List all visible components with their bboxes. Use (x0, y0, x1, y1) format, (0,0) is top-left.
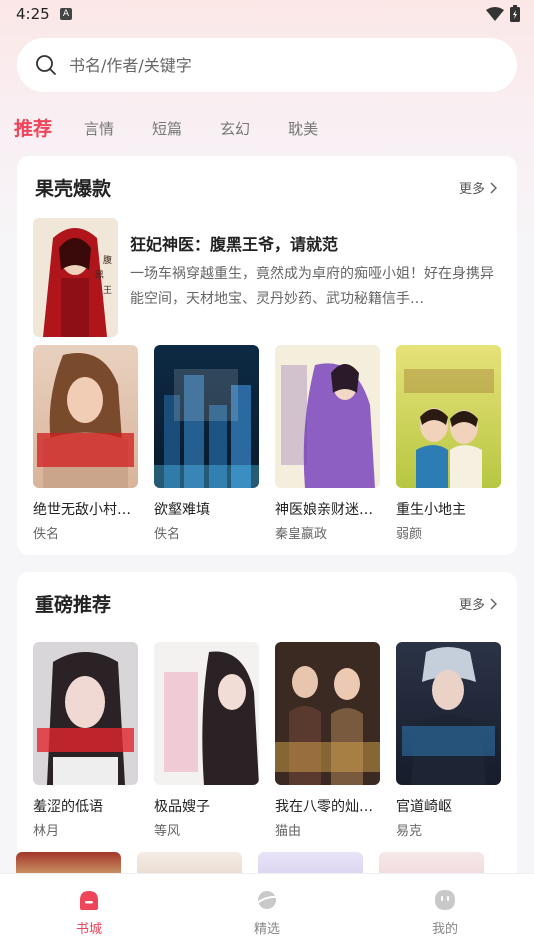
book-author: 易克 (396, 824, 423, 839)
book-cover (275, 642, 380, 785)
bookstore-icon (80, 890, 98, 910)
book-item[interactable]: 重生小地主 弱颜 (396, 345, 501, 542)
book-title: 重生小地主 (396, 502, 466, 518)
section-title: 重磅推荐 (35, 594, 112, 616)
chevron-right-icon (490, 597, 497, 610)
featured-title: 狂妃神医：腹黑王爷，请就范 (130, 235, 339, 254)
more-label: 更多 (458, 598, 485, 613)
book-title: 官道崎岖 (396, 799, 452, 815)
status-bar: 4:25 A (0, 0, 534, 28)
book-author: 佚名 (154, 527, 181, 542)
planet-icon (256, 890, 278, 909)
search-bar[interactable] (17, 38, 517, 92)
book-author: 佚名 (33, 527, 60, 542)
book-title: 神医娘亲财迷… (275, 502, 373, 518)
book-item[interactable]: 羞涩的低语 林月 (33, 642, 138, 839)
tab-recommend[interactable]: 推荐 (14, 112, 52, 146)
more-button[interactable]: 更多 (459, 594, 497, 613)
book-item[interactable]: 绝世无敌小村… 佚名 (33, 345, 138, 542)
book-grid: 羞涩的低语 林月 极品嫂子 等风 我在八零的灿… 猫由 官道崎岖 易克 (33, 642, 501, 839)
book-item[interactable]: 极品嫂子 等风 (154, 642, 259, 839)
book-cover (33, 642, 138, 785)
book-cover (154, 345, 259, 488)
nav-featured[interactable]: 精选 (207, 888, 327, 937)
featured-description: 一场车祸穿越重生，竟然成为卓府的痴哑小姐！好在身携异能空间，天材地宝、灵丹妙药、… (130, 266, 494, 307)
svg-text:腹: 腹 (103, 254, 112, 266)
nav-bookstore[interactable]: 书城 (29, 888, 149, 937)
chevron-right-icon (490, 181, 497, 194)
book-item[interactable]: 欲壑难填 佚名 (154, 345, 259, 542)
book-cover (275, 345, 380, 488)
book-grid: 绝世无敌小村… 佚名 欲壑难填 佚名 神医娘亲财迷… 秦皇嬴政 重生小地主 弱颜 (33, 345, 501, 542)
tab-romance[interactable]: 言情 (84, 112, 114, 146)
more-label: 更多 (458, 182, 485, 197)
search-icon (36, 55, 56, 75)
book-cover: 腹 黑 王 (33, 218, 118, 337)
book-author: 林月 (33, 824, 60, 839)
section-title: 果壳爆款 (35, 178, 112, 200)
book-author: 猫由 (275, 824, 302, 839)
nav-label: 精选 (253, 921, 280, 937)
book-cover (154, 642, 259, 785)
book-title: 羞涩的低语 (33, 799, 103, 815)
more-button[interactable]: 更多 (459, 178, 497, 197)
bottom-nav: 书城 精选 我的 (0, 874, 534, 950)
nav-label: 书城 (75, 921, 102, 937)
category-tabs: 推荐 言情 短篇 玄幻 耽美 (14, 112, 356, 146)
book-cover (33, 345, 138, 488)
book-cover (396, 345, 501, 488)
book-item[interactable]: 官道崎岖 易克 (396, 642, 501, 839)
svg-text:王: 王 (103, 285, 112, 296)
book-title: 我在八零的灿… (275, 799, 373, 815)
book-item[interactable]: 神医娘亲财迷… 秦皇嬴政 (275, 345, 380, 542)
book-title: 极品嫂子 (154, 799, 210, 815)
notification-icon: A (60, 8, 72, 20)
status-time: 4:25 (16, 5, 50, 23)
svg-text:黑: 黑 (95, 270, 104, 281)
book-cover (396, 642, 501, 785)
search-input[interactable] (69, 55, 469, 75)
wifi-icon (486, 6, 504, 21)
tab-fantasy[interactable]: 玄幻 (220, 112, 250, 146)
nav-label: 我的 (431, 921, 458, 937)
profile-icon (435, 889, 455, 910)
book-author: 等风 (154, 824, 181, 839)
featured-book[interactable]: 腹 黑 王 狂妃神医：腹黑王爷，请就范 一场车祸穿越重生，竟然成为卓府的痴哑小姐… (33, 218, 503, 338)
nav-profile[interactable]: 我的 (385, 888, 505, 937)
tab-danmei[interactable]: 耽美 (288, 112, 318, 146)
book-item[interactable]: 我在八零的灿… 猫由 (275, 642, 380, 839)
book-author: 弱颜 (396, 527, 423, 542)
book-title: 欲壑难填 (154, 502, 210, 518)
book-title: 绝世无敌小村… (33, 502, 131, 518)
section-hot: 果壳爆款 更多 腹 黑 王 狂妃神医：腹黑王爷，请就范 一场车祸穿越重生，竟然成… (17, 156, 517, 555)
tab-short[interactable]: 短篇 (152, 112, 182, 146)
book-author: 秦皇嬴政 (275, 527, 328, 542)
battery-icon (510, 5, 520, 22)
